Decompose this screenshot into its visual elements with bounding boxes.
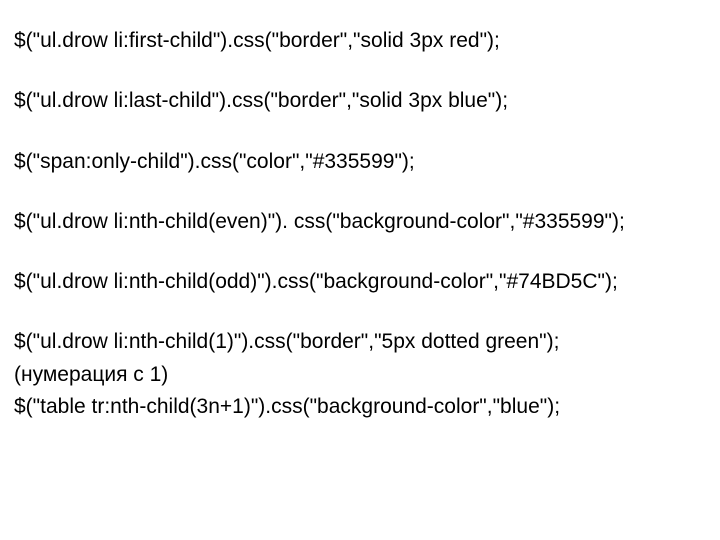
code-listing: $("ul.drow li:first-child").css("border"…	[0, 0, 720, 420]
code-line: $("ul.drow li:nth-child(odd)").css("back…	[14, 269, 706, 295]
spacer	[14, 295, 706, 329]
code-line: $("ul.drow li:last-child").css("border",…	[14, 88, 706, 114]
spacer	[14, 54, 706, 88]
code-line: $("ul.drow li:first-child").css("border"…	[14, 28, 706, 54]
spacer	[14, 175, 706, 209]
code-line: $("ul.drow li:nth-child(even)"). css("ba…	[14, 209, 706, 235]
note-line: (нумерация с 1)	[14, 362, 706, 388]
code-line: $("table tr:nth-child(3n+1)").css("backg…	[14, 394, 706, 420]
spacer	[14, 115, 706, 149]
code-line: $("ul.drow li:nth-child(1)").css("border…	[14, 329, 706, 355]
spacer	[14, 235, 706, 269]
code-line: $("span:only-child").css("color","#33559…	[14, 149, 706, 175]
